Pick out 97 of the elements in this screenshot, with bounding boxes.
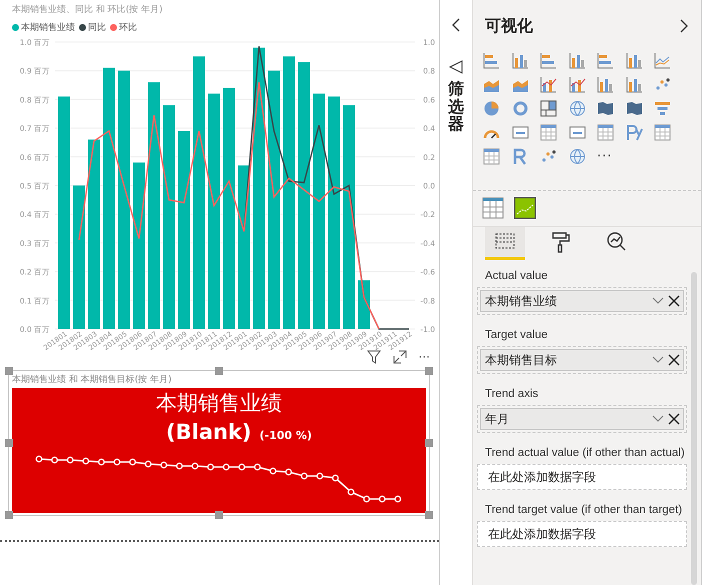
filters-pane-title[interactable]: 筛选器: [448, 80, 464, 133]
well-label: Trend target value (if other than target): [484, 503, 682, 518]
legend-label: 本期销售业绩: [21, 22, 75, 34]
map-icon[interactable]: [626, 100, 642, 117]
kpi-visual-icon[interactable]: [514, 197, 536, 219]
well-label: Trend actual value (if other than actual): [484, 446, 685, 461]
funnel-icon[interactable]: [654, 100, 671, 117]
data-point: [378, 496, 386, 502]
donut-chart-icon[interactable]: [512, 100, 528, 117]
table-icon[interactable]: [482, 197, 504, 219]
line-chart-icon[interactable]: [654, 52, 671, 69]
chart-title: 本期销售业绩、同比 和 环比(按 年月): [11, 4, 164, 17]
kpi-label: 本期销售业绩: [156, 390, 282, 416]
legend-label: 环比: [119, 22, 137, 34]
data-point: [363, 496, 370, 502]
stacked-bar-icon[interactable]: [597, 52, 614, 69]
data-point: [98, 458, 105, 466]
data-point: [332, 474, 339, 482]
collapse-icon[interactable]: [451, 18, 461, 32]
close-icon[interactable]: [668, 354, 680, 366]
data-point: [129, 458, 136, 466]
kpi-change: (-100 %): [260, 429, 312, 442]
stacked-bar-icon[interactable]: [483, 52, 500, 69]
data-point: [238, 464, 246, 470]
kpi-value: (Blank): [166, 420, 252, 444]
chevron-down-icon[interactable]: [652, 415, 664, 423]
kpi-icon[interactable]: [568, 124, 586, 141]
field-pill[interactable]: 年月: [480, 408, 684, 430]
data-point: [82, 458, 90, 464]
ribbon-chart-icon[interactable]: [597, 76, 614, 93]
treemap-icon[interactable]: [540, 100, 557, 117]
field-pill[interactable]: 本期销售业绩: [480, 290, 684, 312]
close-icon[interactable]: [668, 413, 680, 425]
waterfall-chart-icon[interactable]: [626, 76, 642, 93]
resize-handle[interactable]: [5, 439, 13, 447]
chevron-down-icon[interactable]: [652, 356, 664, 364]
data-point: [348, 488, 354, 496]
resize-handle[interactable]: [215, 367, 223, 375]
data-point: [51, 456, 58, 464]
card-title: 本期销售业绩 和 本期销售目标(按 年月): [11, 374, 173, 385]
combo-chart-icon[interactable]: [568, 76, 586, 93]
clustered-column-icon[interactable]: [568, 52, 586, 69]
stacked-column-icon[interactable]: [512, 52, 528, 69]
card-icon[interactable]: [512, 124, 528, 141]
pane-title: 可视化: [485, 16, 533, 36]
data-point: [285, 468, 292, 476]
field-pill[interactable]: 本期销售目标: [480, 349, 684, 371]
data-point: [176, 462, 183, 470]
pie-chart-icon[interactable]: [483, 100, 500, 117]
stacked-column-icon[interactable]: [626, 52, 642, 69]
resize-handle[interactable]: [5, 367, 13, 375]
data-point: [114, 458, 120, 466]
resize-handle[interactable]: [215, 511, 223, 519]
data-point: [144, 460, 152, 468]
more-options-button[interactable]: ···: [418, 351, 430, 363]
data-point: [192, 462, 198, 470]
field-name: 本期销售目标: [485, 352, 558, 368]
well-label: Trend axis: [484, 387, 538, 402]
data-point: [300, 472, 308, 480]
well-label: Actual value: [484, 269, 548, 284]
data-point: [222, 464, 230, 470]
field-name: 年月: [485, 410, 510, 428]
expand-icon[interactable]: [679, 19, 689, 33]
well-label: Target value: [484, 328, 548, 343]
globe-icon[interactable]: [568, 148, 586, 165]
resize-handle[interactable]: [5, 511, 13, 519]
matrix-icon[interactable]: [483, 148, 500, 165]
combo-chart-icon[interactable]: [540, 76, 557, 93]
filter-icon[interactable]: [366, 350, 381, 364]
slicer-icon[interactable]: [597, 124, 614, 141]
resize-handle[interactable]: [425, 511, 433, 519]
legend-label: 同比: [88, 22, 106, 34]
close-icon[interactable]: [668, 295, 680, 307]
data-point: [207, 464, 214, 470]
clustered-bar-icon[interactable]: [540, 52, 557, 69]
fields-tab[interactable]: [485, 227, 525, 260]
multi-row-card-icon[interactable]: [540, 124, 557, 141]
expand-icon[interactable]: [392, 350, 407, 364]
field-name: 本期销售业绩: [485, 292, 558, 310]
data-point: [66, 456, 74, 464]
globe-icon[interactable]: [568, 100, 586, 117]
r-script-icon[interactable]: [512, 148, 528, 165]
resize-handle[interactable]: [425, 367, 433, 375]
more-visuals-button[interactable]: ···: [597, 148, 614, 165]
data-point: [394, 496, 402, 502]
data-point: [270, 468, 276, 474]
filter-icon: [449, 60, 463, 74]
data-point: [254, 464, 261, 470]
data-point: [316, 472, 324, 480]
resize-handle[interactable]: [425, 439, 433, 447]
map-icon[interactable]: [597, 100, 614, 117]
bar: [358, 280, 370, 329]
data-point: [36, 456, 42, 462]
chevron-down-icon[interactable]: [652, 297, 664, 305]
table-icon[interactable]: [654, 124, 671, 141]
data-point: [160, 462, 168, 468]
python-icon[interactable]: [626, 124, 642, 141]
